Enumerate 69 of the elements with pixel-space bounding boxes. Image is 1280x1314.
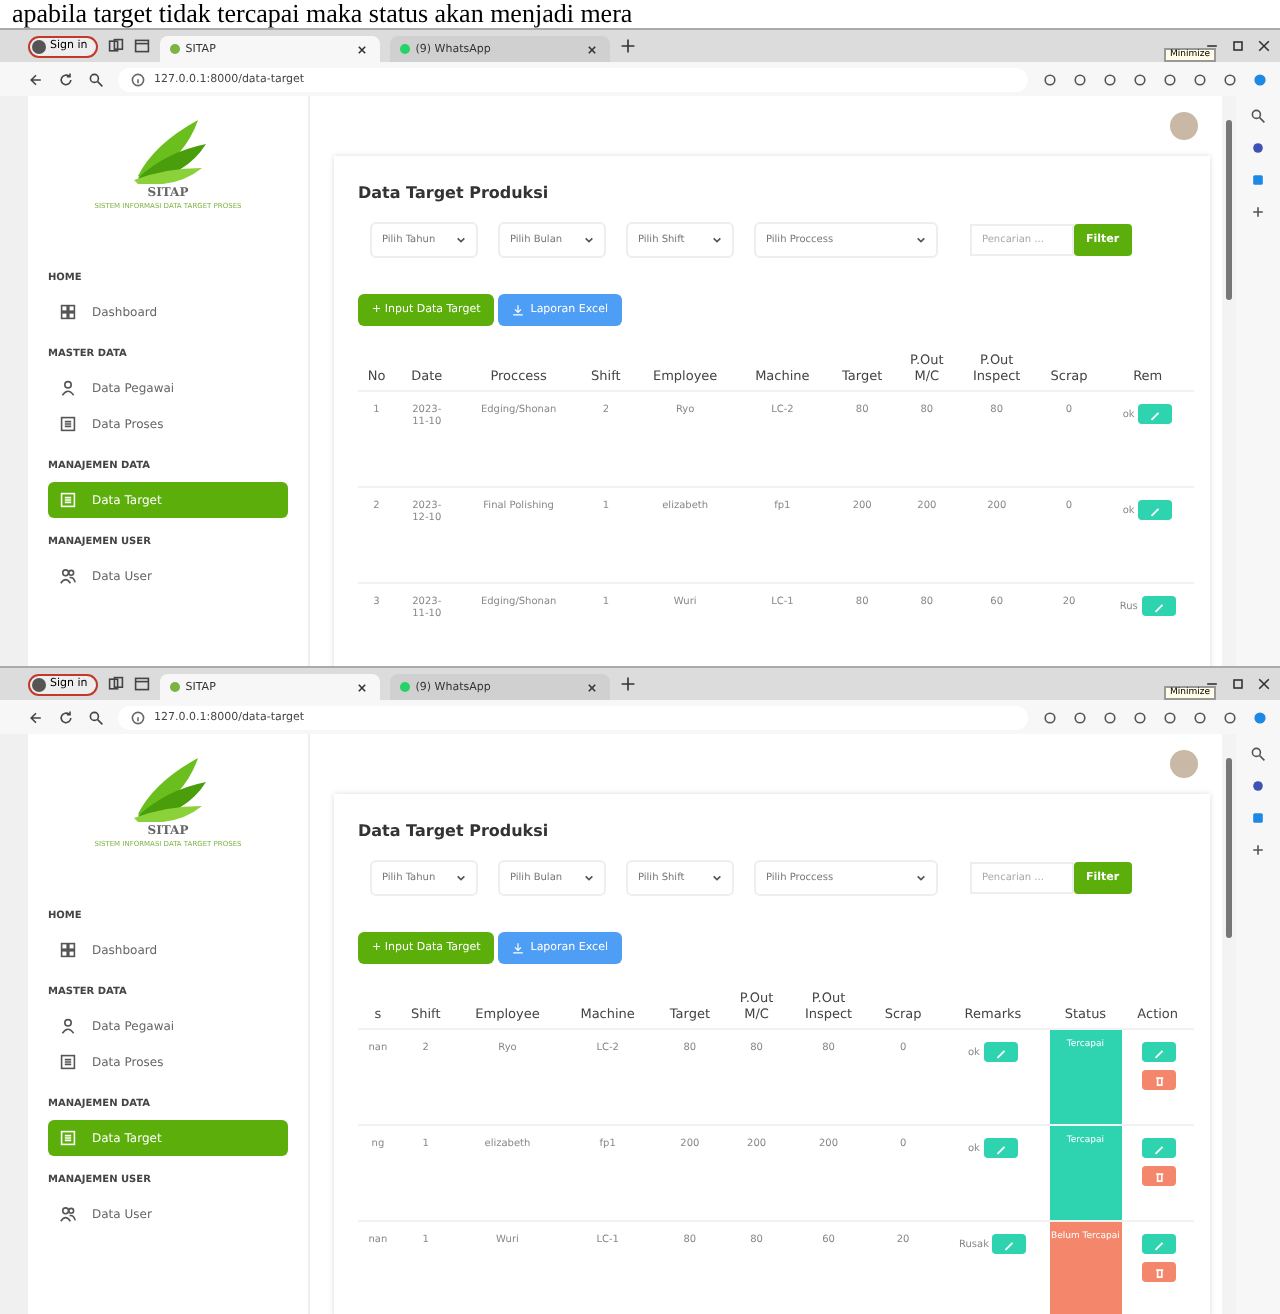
- close-icon[interactable]: [1256, 676, 1272, 692]
- pencil-icon: [996, 1145, 1006, 1154]
- close-icon[interactable]: [353, 41, 370, 57]
- dashboard-icon: [60, 942, 76, 958]
- download-icon: [512, 942, 525, 954]
- trash-icon: [1156, 1268, 1165, 1278]
- users-icon: [60, 1206, 76, 1222]
- pencil-icon: [1155, 1145, 1164, 1154]
- caret-icon: [584, 236, 594, 244]
- pencil-icon: [996, 1049, 1006, 1058]
- app-icon[interactable]: [1250, 810, 1266, 826]
- vertical-tabs-icon[interactable]: [133, 676, 150, 692]
- add-icon[interactable]: [1250, 204, 1266, 220]
- card-title: Data Target Produksi: [358, 822, 551, 840]
- app-icon[interactable]: [1250, 172, 1266, 188]
- vertical-tabs-icon[interactable]: [133, 38, 150, 54]
- reload-icon[interactable]: [58, 709, 74, 725]
- users-icon: [60, 568, 76, 584]
- restore-icon[interactable]: [1230, 38, 1246, 54]
- pencil-icon: [1151, 411, 1160, 420]
- caret-icon: [712, 874, 722, 882]
- dashboard-icon: [60, 304, 76, 320]
- pencil-icon: [1005, 1241, 1015, 1250]
- tab-actions-icon[interactable]: [107, 676, 124, 692]
- scrollbar[interactable]: [1222, 96, 1236, 666]
- card-title: Data Target Produksi: [358, 184, 551, 202]
- trash-icon: [1156, 1076, 1165, 1086]
- caret-icon: [916, 874, 926, 882]
- search-icon[interactable]: [1250, 746, 1266, 762]
- pencil-icon: [1154, 603, 1163, 612]
- pencil-icon: [1155, 1049, 1164, 1058]
- trash-icon: [1156, 1172, 1165, 1182]
- list-icon: [60, 492, 76, 508]
- caret-icon: [916, 236, 926, 244]
- search-icon[interactable]: [1250, 108, 1266, 124]
- reload-icon[interactable]: [58, 71, 74, 87]
- back-icon[interactable]: [28, 71, 44, 87]
- list-icon: [60, 1130, 76, 1146]
- pencil-icon: [1151, 507, 1160, 516]
- pencil-icon: [1155, 1241, 1164, 1250]
- caret-icon: [584, 874, 594, 882]
- new-tab-icon[interactable]: [619, 38, 636, 54]
- circle-icon[interactable]: [1250, 140, 1266, 156]
- search-icon[interactable]: [88, 71, 104, 87]
- person-icon: [60, 380, 76, 396]
- close-icon[interactable]: [583, 679, 600, 695]
- circle-icon[interactable]: [1250, 778, 1266, 794]
- caption-text: apabila target tidak tercapai maka status akan menjadi mera: [10, 0, 635, 28]
- close-icon[interactable]: [353, 679, 370, 695]
- info-icon[interactable]: [130, 709, 146, 725]
- download-icon: [512, 304, 525, 316]
- list-icon: [60, 416, 76, 432]
- caret-icon: [456, 874, 466, 882]
- scrollbar[interactable]: [1222, 734, 1236, 1314]
- copilot-icon[interactable]: [1252, 709, 1268, 725]
- close-icon[interactable]: [1256, 38, 1272, 54]
- search-icon[interactable]: [88, 709, 104, 725]
- close-icon[interactable]: [583, 41, 600, 57]
- list-icon: [60, 1054, 76, 1070]
- copilot-icon[interactable]: [1252, 71, 1268, 87]
- new-tab-icon[interactable]: [619, 676, 636, 692]
- person-icon: [60, 1018, 76, 1034]
- add-icon[interactable]: [1250, 842, 1266, 858]
- back-icon[interactable]: [28, 709, 44, 725]
- caret-icon: [456, 236, 466, 244]
- tab-actions-icon[interactable]: [107, 38, 124, 54]
- info-icon[interactable]: [130, 71, 146, 87]
- caret-icon: [712, 236, 722, 244]
- restore-icon[interactable]: [1230, 676, 1246, 692]
